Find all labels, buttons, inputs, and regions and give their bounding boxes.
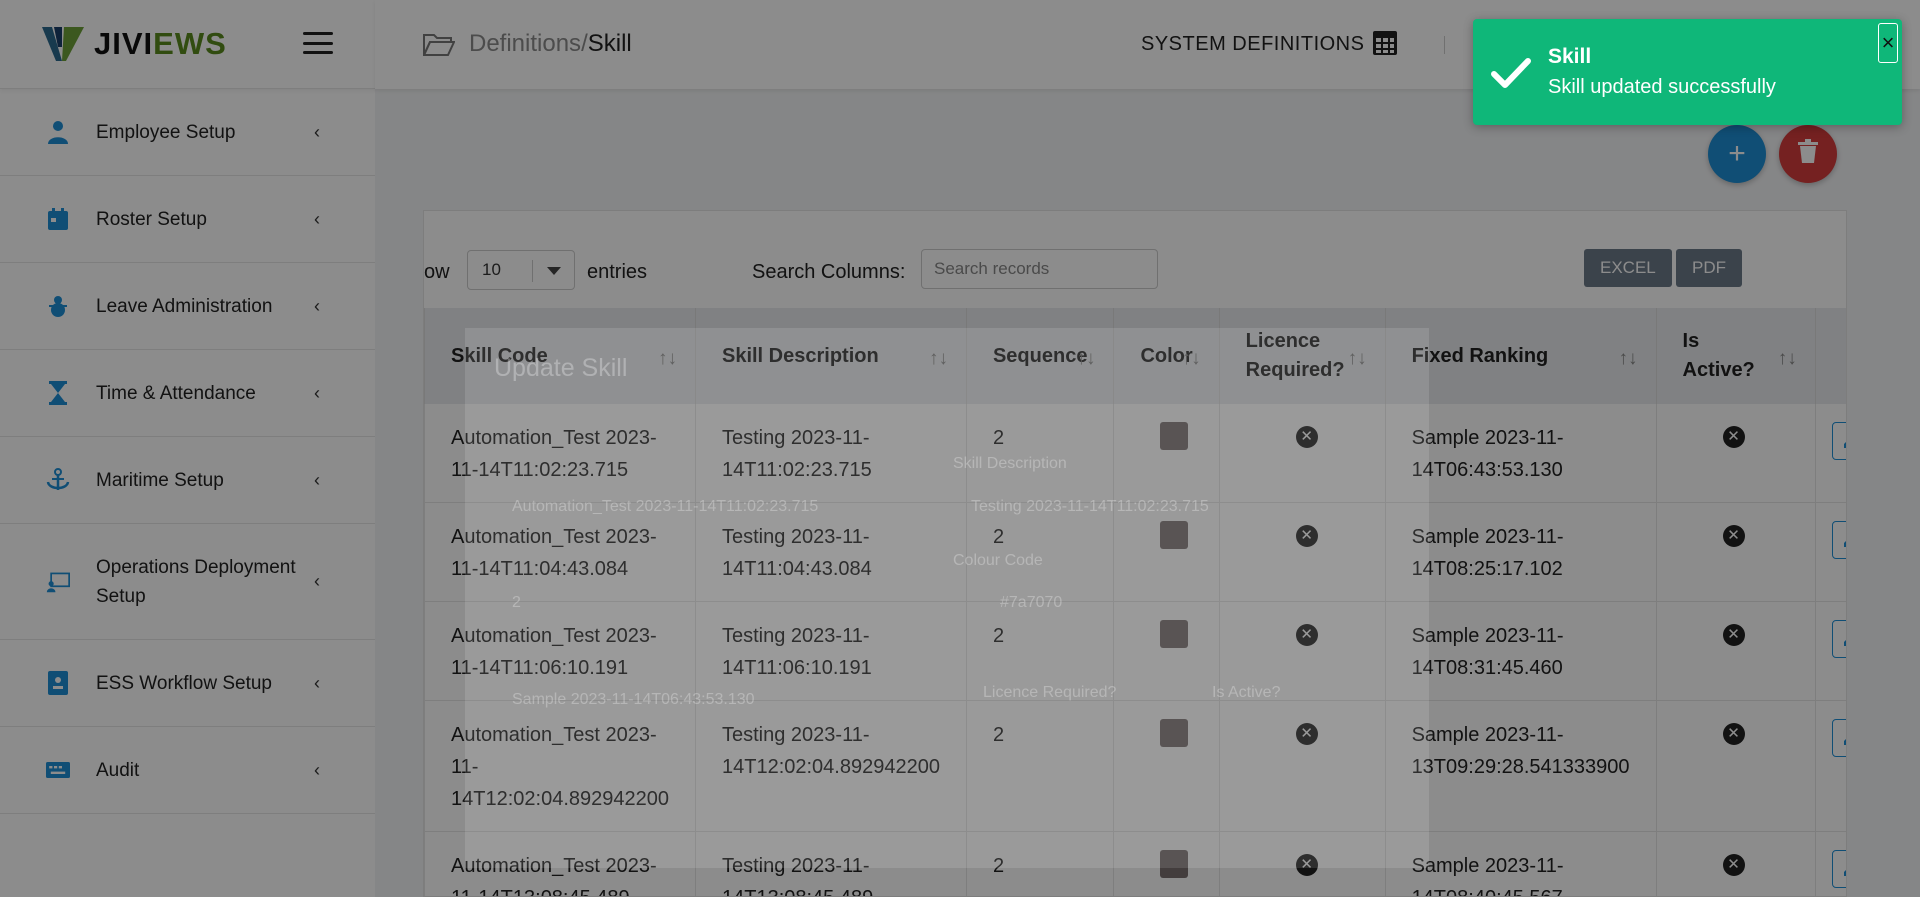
colour-code-label: Colour Code (953, 552, 1043, 569)
skill-description-label: Skill Description (953, 455, 1067, 472)
licence-required-label: Licence Required? (983, 684, 1117, 701)
checkmark-icon (1491, 58, 1531, 88)
dialog-title: Update Skill (494, 354, 628, 382)
is-active-label: Is Active? (1212, 684, 1281, 701)
close-icon: × (1881, 30, 1895, 55)
sequence-field[interactable]: 2 (512, 594, 521, 612)
colour-code-field[interactable]: #7a7070 (1000, 594, 1062, 612)
fixed-ranking-field[interactable]: Sample 2023-11-14T06:43:53.130 (512, 691, 755, 709)
success-toast: Skill Skill updated successfully × (1473, 19, 1902, 125)
skill-code-field[interactable]: Automation_Test 2023-11-14T11:02:23.715 (512, 498, 818, 516)
skill-description-field[interactable]: Testing 2023-11-14T11:02:23.715 (971, 498, 1209, 516)
toast-message: Skill updated successfully (1548, 76, 1776, 98)
update-skill-dialog: Update Skill Skill Description Automatio… (465, 328, 1429, 868)
toast-close-button[interactable]: × (1878, 23, 1898, 63)
toast-title: Skill (1548, 45, 1592, 68)
